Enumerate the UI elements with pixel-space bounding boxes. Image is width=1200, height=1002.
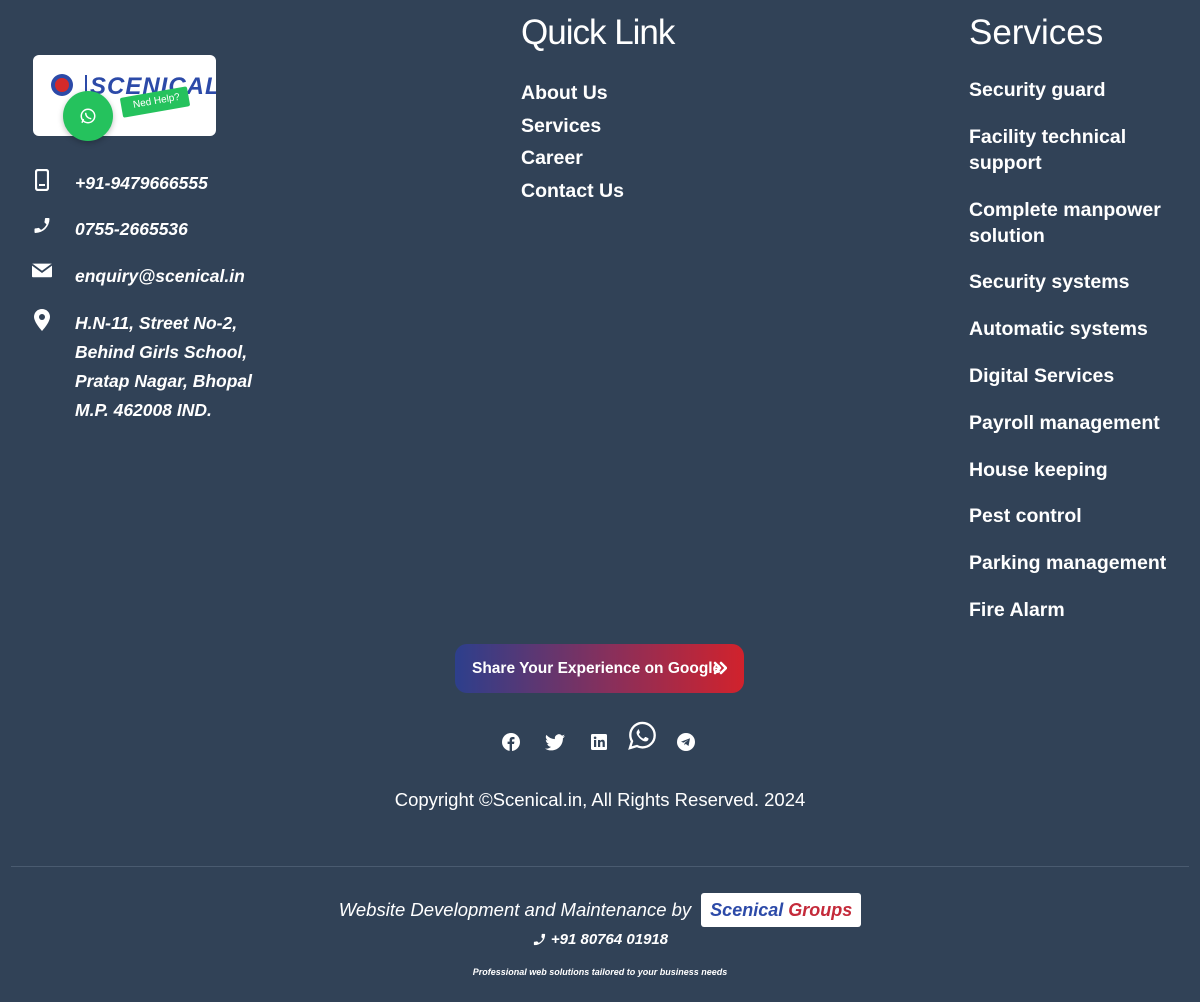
contact-address: H.N-11, Street No-2, Behind Girls School… [32, 309, 252, 425]
service-link[interactable]: Fire Alarm [969, 597, 1184, 623]
envelope-icon [32, 262, 52, 284]
whatsapp-float-button[interactable] [63, 91, 113, 141]
telegram-icon[interactable] [677, 733, 695, 751]
service-link[interactable]: Security systems [969, 269, 1184, 295]
developer-credit: Website Development and Maintenance by S… [0, 893, 1200, 927]
service-link[interactable]: Security guard [969, 77, 1184, 103]
site-footer: SCENICAL Ned Help? +91-9479666555 0755-2… [0, 0, 1200, 1002]
quick-link-contact-us[interactable]: Contact Us [521, 177, 624, 210]
contact-phone[interactable]: +91-9479666555 [32, 169, 208, 198]
contact-email[interactable]: enquiry@scenical.in [32, 262, 245, 291]
service-link[interactable]: Automatic systems [969, 316, 1184, 342]
linkedin-icon[interactable] [590, 733, 607, 750]
brand-name-part1: Scenical [710, 899, 784, 920]
service-link[interactable]: Pest control [969, 503, 1184, 529]
services-title: Services [969, 13, 1104, 52]
developer-phone[interactable]: +91 80764 01918 [0, 931, 1200, 948]
phone-icon [533, 933, 546, 946]
contact-landline[interactable]: 0755-2665536 [32, 215, 188, 244]
services-list: Security guard Facility technical suppor… [969, 77, 1184, 644]
phone-icon [32, 215, 52, 237]
double-chevron-right-icon [713, 661, 727, 675]
landline-number: 0755-2665536 [75, 219, 188, 239]
logo-mark [51, 74, 73, 96]
service-link[interactable]: Complete manpower solution [969, 197, 1184, 249]
quick-link-about-us[interactable]: About Us [521, 79, 624, 112]
service-link[interactable]: Payroll management [969, 410, 1184, 436]
copyright-text: Copyright ©Scenical.in, All Rights Reser… [394, 789, 806, 810]
quick-link-list: About Us Services Career Contact Us [521, 79, 624, 210]
developer-phone-number: +91 80764 01918 [550, 931, 669, 948]
share-button-label: Share Your Experience on Google [472, 659, 722, 677]
scenical-groups-link[interactable]: Scenical Groups [701, 893, 862, 927]
developer-tagline: Professional web solutions tailored to y… [472, 967, 728, 977]
service-link[interactable]: Digital Services [969, 363, 1184, 389]
address-text: H.N-11, Street No-2, Behind Girls School… [75, 313, 252, 420]
service-link[interactable]: House keeping [969, 457, 1184, 483]
brand-name-part2: Groups [788, 899, 853, 920]
footer-divider [11, 866, 1189, 867]
quick-link-title: Quick Link [521, 13, 675, 52]
share-google-review-button[interactable]: Share Your Experience on Google [455, 644, 744, 693]
service-link[interactable]: Facility technical support [969, 124, 1184, 176]
quick-link-career[interactable]: Career [521, 144, 624, 177]
service-link[interactable]: Parking management [969, 550, 1184, 576]
whatsapp-icon[interactable] [627, 720, 658, 751]
developer-credit-text: Website Development and Maintenance by [338, 899, 692, 920]
mobile-icon [32, 169, 52, 191]
twitter-icon[interactable] [545, 733, 565, 751]
map-marker-icon [32, 309, 52, 331]
whatsapp-icon [80, 108, 96, 124]
email-address: enquiry@scenical.in [75, 266, 245, 286]
phone-number: +91-9479666555 [75, 173, 208, 193]
facebook-icon[interactable] [502, 733, 520, 751]
social-links [0, 720, 1200, 760]
quick-link-services[interactable]: Services [521, 112, 624, 145]
